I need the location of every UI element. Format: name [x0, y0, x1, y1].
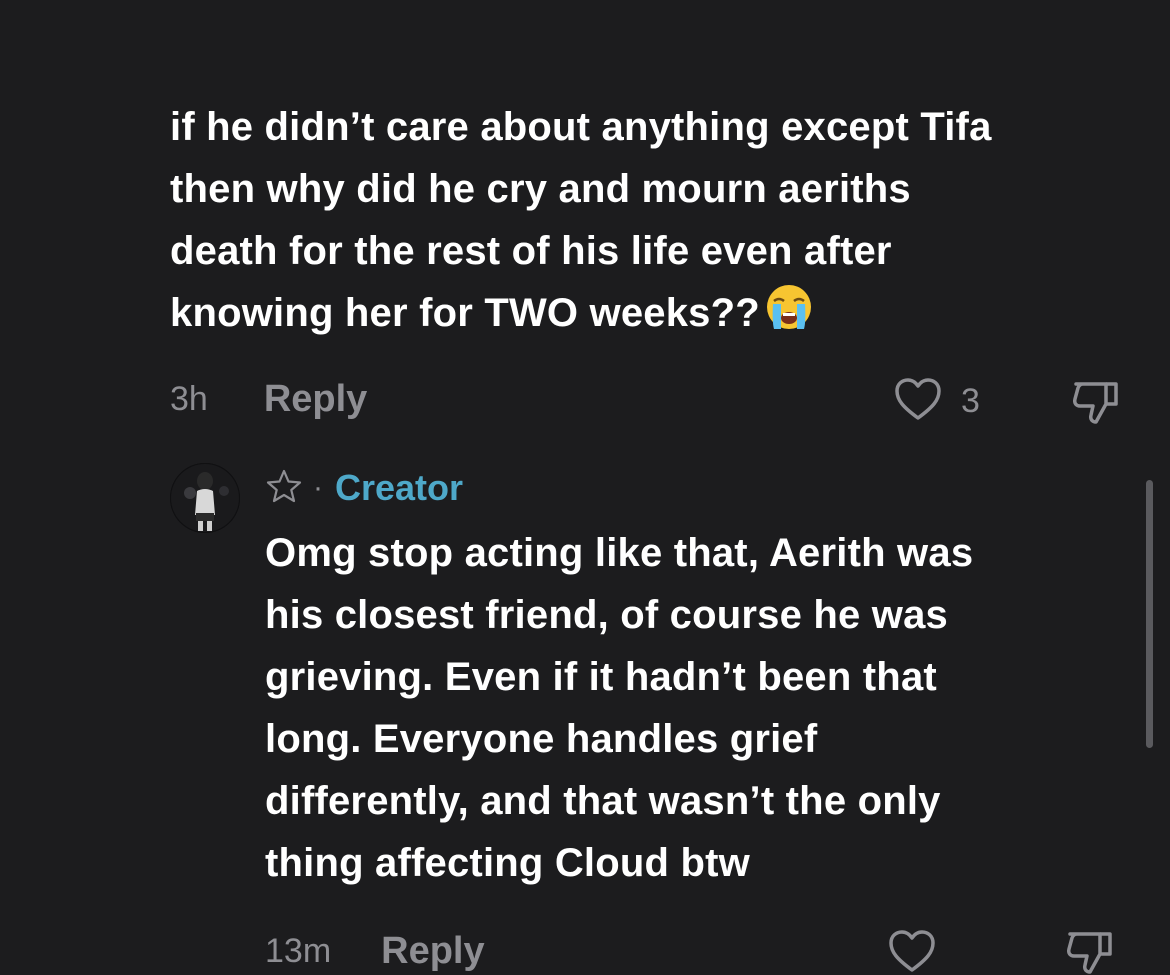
reply-reply-button[interactable]: Reply	[381, 930, 484, 973]
reply-comment-time: 13m	[265, 931, 332, 970]
dislike-icon	[1064, 932, 1118, 975]
reply-like-button[interactable]	[886, 928, 938, 975]
reply-comment-meta: 13m Reply	[265, 926, 485, 975]
parent-comment-time: 3h	[170, 379, 208, 418]
reply-dislike-button[interactable]	[1064, 926, 1118, 975]
parent-comment-body: if he didn’t care about anything except …	[170, 96, 1150, 344]
crying-emoji-icon	[764, 282, 814, 332]
parent-comment-text: if he didn’t care about anything except …	[170, 105, 992, 335]
creator-badge: Creator	[335, 467, 464, 508]
parent-comment-meta: 3h Reply	[170, 374, 367, 424]
star-icon[interactable]	[265, 468, 303, 509]
dislike-icon	[1070, 382, 1124, 430]
avatar[interactable]	[170, 463, 240, 533]
reply-comment-text: Omg stop acting like that, Aerith was hi…	[265, 531, 974, 885]
parent-like-button[interactable]: 3	[893, 376, 980, 427]
scrollbar[interactable]	[1146, 480, 1153, 748]
reply-author-row: · Creator	[265, 463, 463, 513]
parent-dislike-button[interactable]	[1070, 376, 1124, 431]
heart-icon	[893, 376, 943, 427]
parent-reply-button[interactable]: Reply	[264, 378, 367, 421]
author-separator: ·	[313, 471, 323, 504]
comment-thread: if he didn’t care about anything except …	[0, 0, 1170, 975]
parent-like-count: 3	[961, 382, 980, 420]
heart-icon	[886, 928, 938, 975]
